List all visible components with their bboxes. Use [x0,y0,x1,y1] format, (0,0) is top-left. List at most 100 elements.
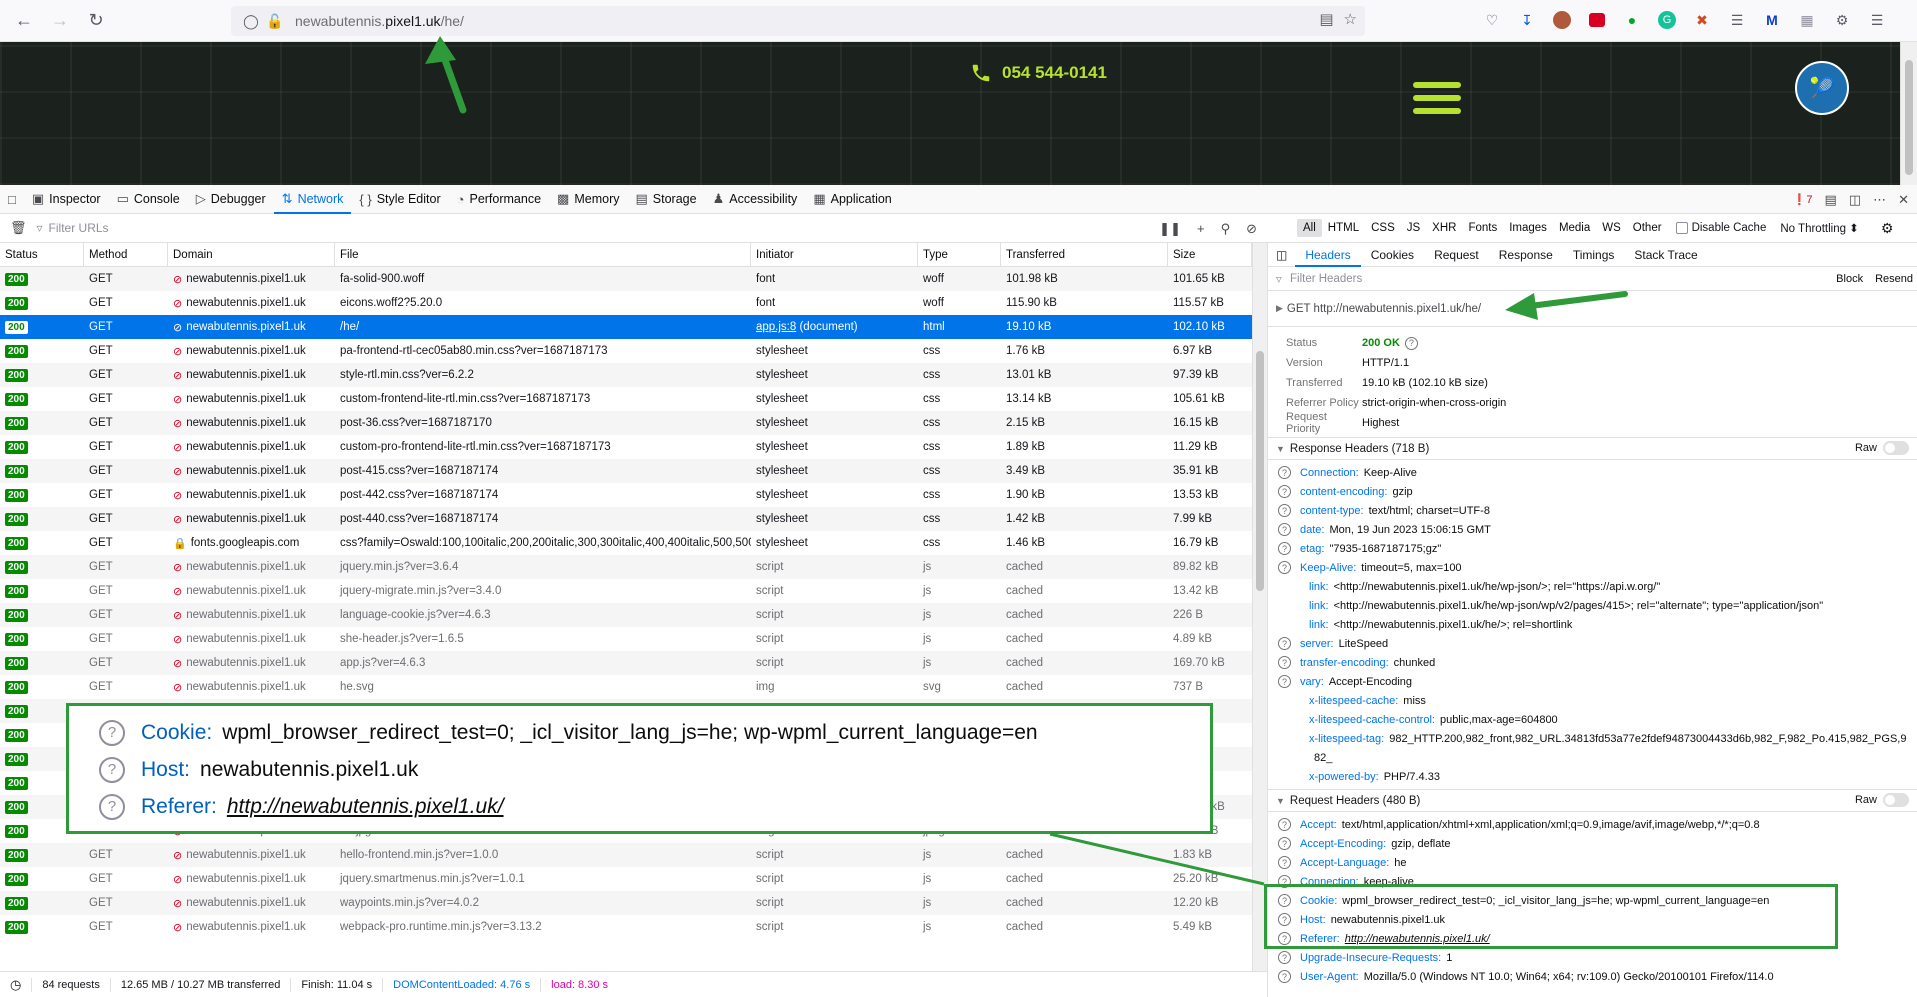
col-transferred[interactable]: Transferred [1001,243,1168,267]
filter-xhr[interactable]: XHR [1426,219,1462,237]
table-row[interactable]: 200 GET ⊘ newabutennis.pixel1.uk hello-front… [0,843,1252,867]
filter-all[interactable]: All [1297,219,1322,237]
help-icon[interactable]: ? [1278,875,1291,888]
table-scrollbar[interactable] [1252,243,1267,971]
tools-icon[interactable]: ✖ [1690,8,1714,32]
tab-network[interactable]: ⇅ Network [273,185,352,214]
table-row[interactable]: 200 GET ⊘ newabutennis.pixel1.uk post-440.cs… [0,507,1252,531]
block-icon[interactable]: ⊘ [1246,221,1257,237]
help-icon[interactable]: ? [1278,818,1291,831]
disable-cache-checkbox[interactable]: Disable Cache [1675,222,1766,234]
block-button[interactable]: Block [1836,273,1863,285]
forward-arrow-icon[interactable]: → [42,5,78,37]
header-row[interactable]: ? Accept-Language: he [1268,853,1917,872]
pocket-icon[interactable]: ♡ [1480,8,1504,32]
responsive-mode-icon[interactable]: ▤ [1825,192,1837,208]
filter-ws[interactable]: WS [1596,219,1627,237]
tab-stack-trace[interactable]: Stack Trace [1624,243,1707,267]
expand-triangle-icon[interactable]: ▶ [1276,303,1283,314]
tab-application[interactable]: ▦ Application [805,185,899,214]
table-row[interactable]: 200 GET ⊘ newabutennis.pixel1.uk jquery-migr… [0,579,1252,603]
table-row[interactable]: 200 GET ⊘ newabutennis.pixel1.uk webpack-pro… [0,915,1252,939]
col-initiator[interactable]: Initiator [751,243,918,267]
downloads-icon[interactable]: ↧ [1515,8,1539,32]
help-icon[interactable]: ? [1278,894,1291,907]
shield-icon[interactable]: ◯ [239,6,263,36]
bookmark-star-icon[interactable]: ☆ [1344,10,1357,28]
table-row[interactable]: 200 GET ⊘ newabutennis.pixel1.uk post-442.cs… [0,483,1252,507]
help-icon[interactable]: ? [1404,336,1418,350]
raw-toggle[interactable] [1883,793,1909,807]
tab-style-editor[interactable]: { } Style Editor [351,185,448,214]
raw-toggle[interactable] [1883,441,1909,455]
site-phone[interactable]: 054 544-0141 [970,62,1107,84]
help-icon[interactable]: ? [1278,637,1291,650]
url-bar[interactable]: ◯ 🔓 newabutennis.pixel1.uk/he/ ▤ ☆ [231,6,1365,36]
tab-console[interactable]: ▭ Console [109,185,188,214]
menu-icon[interactable]: ☰ [1865,8,1889,32]
throttling-select[interactable]: No Throttling ⬍ [1780,221,1858,235]
filter-media[interactable]: Media [1553,219,1596,237]
tab-debugger[interactable]: ▷ Debugger [188,185,274,214]
header-row[interactable]: ? date: Mon, 19 Jun 2023 15:06:15 GMT [1268,520,1917,539]
tab-response[interactable]: Response [1489,243,1563,267]
filter-js[interactable]: JS [1401,219,1426,237]
help-icon[interactable]: ? [1278,970,1291,983]
reload-icon[interactable]: ↻ [78,5,114,37]
header-row[interactable]: ? content-type: text/html; charset=UTF-8 [1268,501,1917,520]
close-devtools-icon[interactable]: ✕ [1898,192,1909,208]
back-arrow-icon[interactable]: ← [6,5,42,37]
table-row[interactable]: 200 GET ⊘ newabutennis.pixel1.uk post-415.cs… [0,459,1252,483]
filter-fonts[interactable]: Fonts [1462,219,1503,237]
col-method[interactable]: Method [84,243,168,267]
collapse-triangle-icon[interactable]: ▼ [1276,796,1285,806]
help-icon[interactable]: ? [1278,932,1291,945]
help-icon[interactable]: ? [1278,856,1291,869]
tab-cookies[interactable]: Cookies [1361,243,1424,267]
header-row[interactable]: ? Accept-Encoding: gzip, deflate [1268,834,1917,853]
request-headers-section[interactable]: ▼ Request Headers (480 B) Raw [1268,790,1917,812]
account-avatar-icon[interactable] [1553,11,1571,29]
resend-button[interactable]: Resend [1875,273,1913,285]
table-row[interactable]: 200 GET ⊘ newabutennis.pixel1.uk fa-solid-90… [0,267,1252,291]
help-icon[interactable]: ? [1278,656,1291,669]
barcode-icon[interactable]: ☰ [1725,8,1749,32]
table-row[interactable]: 200 GET ⊘ newabutennis.pixel1.uk/he/app.js:… [0,315,1252,339]
search-icon[interactable]: ⚲ [1221,221,1231,237]
header-row[interactable]: ? Keep-Alive: timeout=5, max=100 [1268,558,1917,577]
tab-timings[interactable]: Timings [1563,243,1625,267]
table-row[interactable]: 200 GET 🔒 fonts.googleapis.com css?family=Os… [0,531,1252,555]
header-row[interactable]: ? Connection: Keep-Alive [1268,463,1917,482]
header-row[interactable]: x-litespeed-cache: miss [1268,691,1917,710]
site-logo[interactable]: 🎾 [1795,61,1849,115]
filter-other[interactable]: Other [1627,219,1668,237]
network-settings-gear-icon[interactable]: ⚙ [1881,220,1894,237]
header-row[interactable]: link: <http://newabutennis.pixel1.uk/he/>… [1268,615,1917,634]
header-row[interactable]: ? vary: Accept-Encoding [1268,672,1917,691]
table-row[interactable]: 200 GET ⊘ newabutennis.pixel1.uk jquery.min.… [0,555,1252,579]
site-menu-hamburger-icon[interactable] [1413,82,1461,121]
filter-headers-input[interactable]: ▿ Filter Headers Block Resend [1268,267,1917,291]
element-picker-icon[interactable]: □ [0,185,24,214]
header-row[interactable]: ? transfer-encoding: chunked [1268,653,1917,672]
col-size[interactable]: Size [1168,243,1252,267]
col-type[interactable]: Type [918,243,1001,267]
devtools-options-icon[interactable]: ⋯ [1873,192,1886,208]
filter-css[interactable]: CSS [1365,219,1401,237]
extensions-icon[interactable]: ⚙ [1830,8,1854,32]
reader-view-icon[interactable]: ▤ [1319,10,1333,28]
table-row[interactable]: 200 GET ⊘ newabutennis.pixel1.uk waypoints.m… [0,891,1252,915]
col-domain[interactable]: Domain [168,243,335,267]
header-row[interactable]: ? server: LiteSpeed [1268,634,1917,653]
header-row[interactable]: ? User-Agent: Mozilla/5.0 (Windows NT 10.0… [1268,967,1917,986]
header-row[interactable]: ? Referer: http://newabutennis.pixel1.uk/ [1268,929,1917,948]
header-row[interactable]: ? Upgrade-Insecure-Requests: 1 [1268,948,1917,967]
header-row[interactable]: x-litespeed-cache-control: public,max-age… [1268,710,1917,729]
help-icon[interactable]: ? [1278,951,1291,964]
request-line[interactable]: ▶ GET http://newabutennis.pixel1.uk/he/ [1268,291,1917,327]
table-row[interactable]: 200 GET ⊘ newabutennis.pixel1.uk custom-pro-… [0,435,1252,459]
header-value[interactable]: http://newabutennis.pixel1.uk/ [1345,933,1490,945]
header-row[interactable]: ? etag: "7935-1687187175;gz" [1268,539,1917,558]
table-row[interactable]: 200 GET ⊘ newabutennis.pixel1.uk pa-frontend… [0,339,1252,363]
dock-icon[interactable]: ◫ [1849,192,1861,208]
